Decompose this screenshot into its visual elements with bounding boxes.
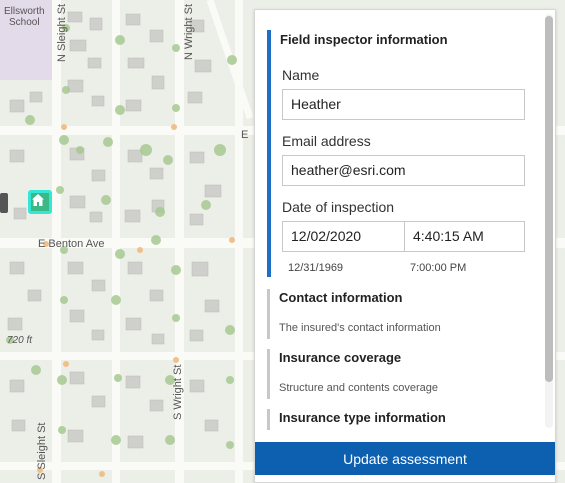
- group-contact-information[interactable]: Contact information The insured's contac…: [267, 289, 543, 339]
- scale-label: 720 ft: [7, 335, 33, 346]
- group-title-coverage[interactable]: Insurance coverage: [270, 349, 543, 365]
- street-label-s-wright: S Wright St: [172, 364, 184, 420]
- update-assessment-button[interactable]: Update assessment: [255, 442, 555, 475]
- scrollbar-thumb[interactable]: [545, 16, 553, 382]
- street-label-n-sleight: N Sleight St: [56, 3, 68, 62]
- group-desc-coverage: Structure and contents coverage: [279, 382, 438, 394]
- group-title-contact[interactable]: Contact information: [270, 289, 543, 305]
- group-insurance-type[interactable]: Insurance type information: [267, 409, 543, 430]
- form-scroll-area[interactable]: Field inspector information Name Heather…: [255, 10, 545, 430]
- date-original-value: 12/31/1969: [288, 262, 344, 274]
- date-label: Date of inspection: [282, 199, 395, 215]
- name-label: Name: [282, 67, 320, 83]
- map-marker-partial[interactable]: [0, 193, 8, 213]
- name-field[interactable]: Heather: [282, 89, 525, 120]
- date-field[interactable]: 12/02/2020: [282, 221, 405, 252]
- email-field[interactable]: heather@esri.com: [282, 155, 525, 186]
- time-original-value: 7:00:00 PM: [410, 262, 467, 274]
- email-label: Email address: [282, 133, 371, 149]
- school-label-line1: Ellsworth: [4, 6, 45, 17]
- group-field-inspector: Field inspector information Name Heather…: [267, 30, 543, 277]
- group-title-insurance-type[interactable]: Insurance type information: [270, 409, 543, 425]
- street-label-s-sleight: S Sleight St: [36, 422, 48, 480]
- street-label-n-wright: N Wright St: [183, 3, 195, 60]
- school-label-line2: School: [9, 17, 40, 28]
- group-title-field-inspector[interactable]: Field inspector information: [271, 30, 543, 47]
- street-label-e-benton: E Benton Ave: [38, 238, 105, 250]
- group-desc-contact: The insured's contact information: [279, 322, 441, 334]
- selected-home-marker[interactable]: [28, 190, 52, 214]
- time-field[interactable]: 4:40:15 AM: [404, 221, 525, 252]
- group-insurance-coverage[interactable]: Insurance coverage Structure and content…: [267, 349, 543, 399]
- home-icon: [32, 194, 44, 206]
- feature-form-panel: Field inspector information Name Heather…: [254, 9, 556, 483]
- school-label: Ellsworth School: [4, 6, 45, 28]
- street-label-e: E: [241, 129, 249, 141]
